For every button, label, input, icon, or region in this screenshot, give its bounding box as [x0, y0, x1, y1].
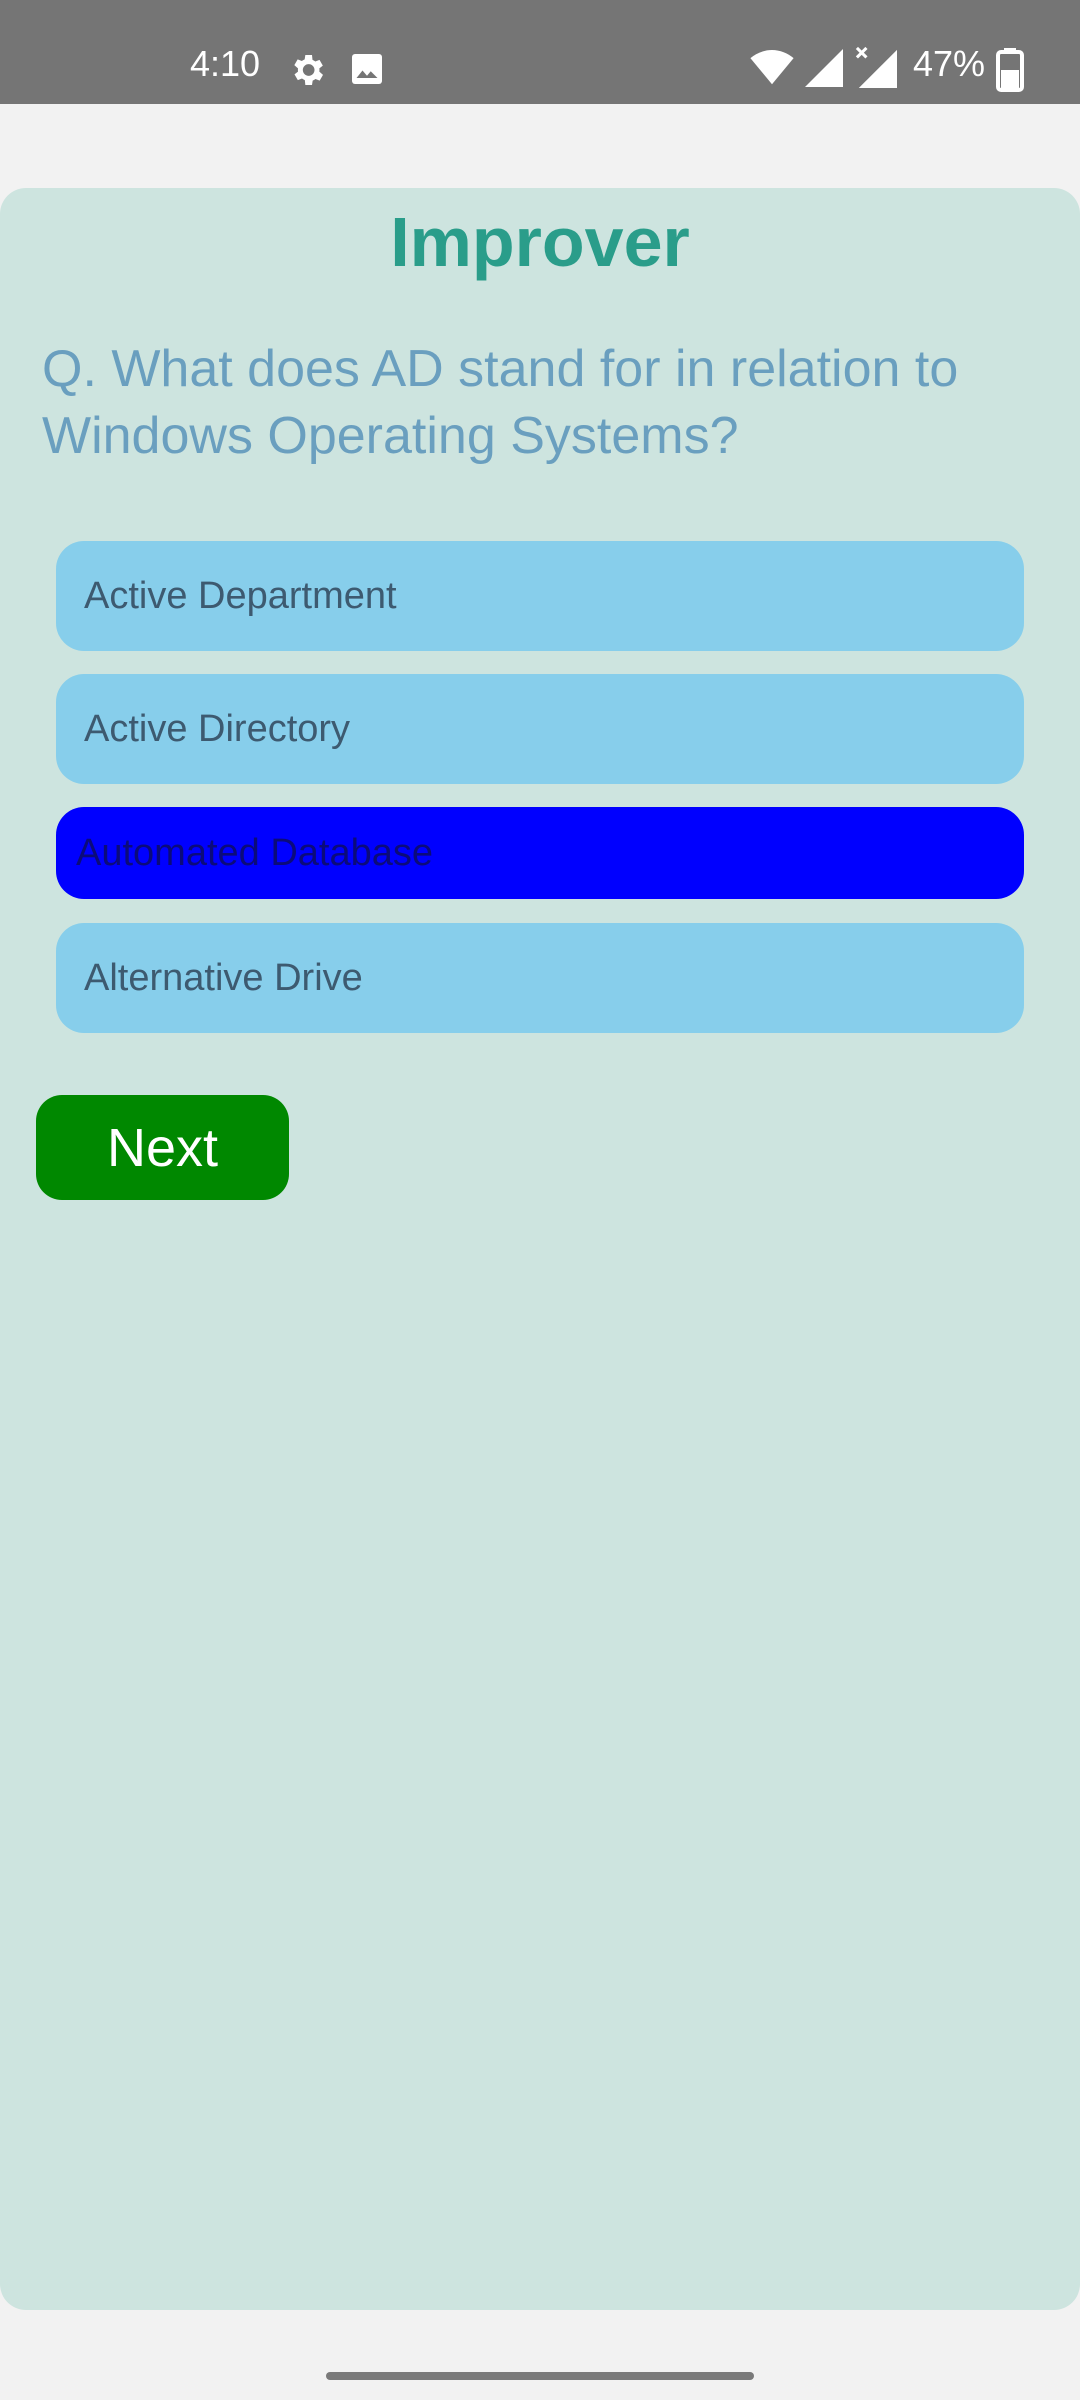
question-text: Q. What does AD stand for in relation to…: [42, 340, 959, 465]
option-active-directory[interactable]: Active Directory: [56, 674, 1024, 784]
gear-icon: [294, 55, 323, 85]
quiz-card: [0, 188, 1080, 2310]
battery-percentage: 47%: [913, 43, 986, 84]
option-label: Automated Database: [76, 832, 434, 874]
gesture-nav-handle[interactable]: [326, 2372, 754, 2380]
option-alternative-drive[interactable]: Alternative Drive: [56, 923, 1024, 1033]
status-time: 4:10: [190, 43, 261, 84]
option-label: Alternative Drive: [84, 957, 363, 999]
status-bar: 4:10 47%: [0, 0, 1080, 104]
option-label: Active Directory: [84, 708, 351, 750]
cell-signal-icon: [805, 49, 843, 87]
option-automated-database[interactable]: Automated Database: [56, 807, 1024, 899]
app-title: Improver: [390, 203, 690, 281]
next-button[interactable]: Next: [36, 1095, 289, 1200]
option-active-department[interactable]: Active Department: [56, 541, 1024, 651]
battery-icon: [996, 48, 1024, 92]
option-label: Active Department: [84, 575, 397, 617]
image-icon: [352, 54, 382, 84]
cell-signal-no-data-icon: [855, 46, 897, 88]
wifi-icon: [750, 50, 794, 85]
